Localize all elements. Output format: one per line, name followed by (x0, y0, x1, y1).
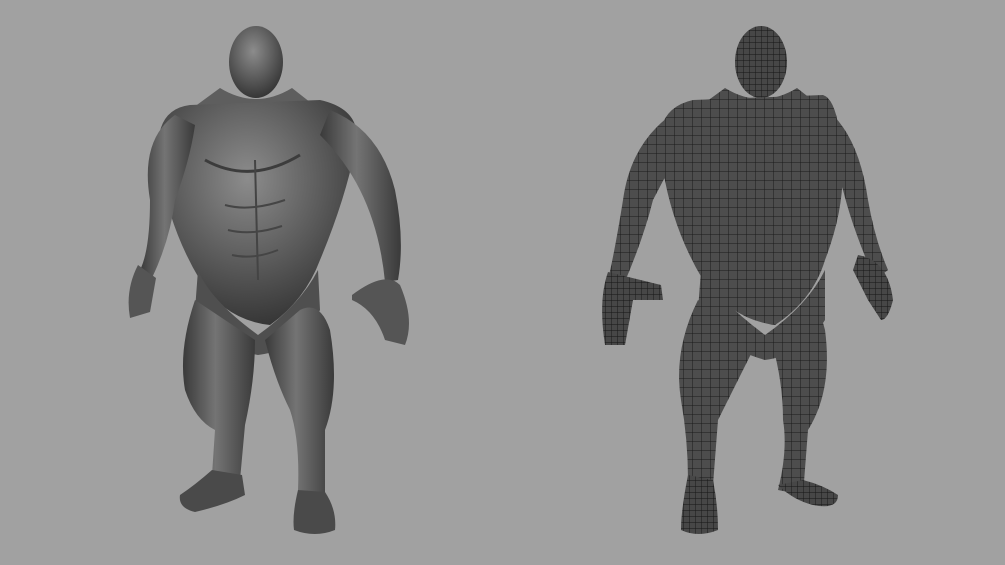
wire-hand-left (853, 255, 893, 320)
wire-foot-left (778, 480, 838, 507)
shaded-character-model[interactable] (0, 0, 502, 565)
wire-foot-right (681, 475, 718, 534)
head (229, 26, 283, 98)
body-silhouette (128, 26, 409, 534)
foot-right (179, 470, 245, 512)
wire-head (735, 26, 787, 98)
foot-left (293, 490, 336, 534)
shaded-model-panel[interactable] (0, 0, 502, 565)
hand-left (352, 279, 409, 345)
wire-body-silhouette (602, 26, 893, 534)
leg-left (265, 307, 334, 495)
wireframe-character-model[interactable] (503, 0, 1005, 565)
wire-hand-right (602, 272, 663, 345)
3d-viewport[interactable] (0, 0, 1005, 565)
wireframe-model-panel[interactable] (503, 0, 1005, 565)
wire-leg-left (771, 307, 827, 495)
